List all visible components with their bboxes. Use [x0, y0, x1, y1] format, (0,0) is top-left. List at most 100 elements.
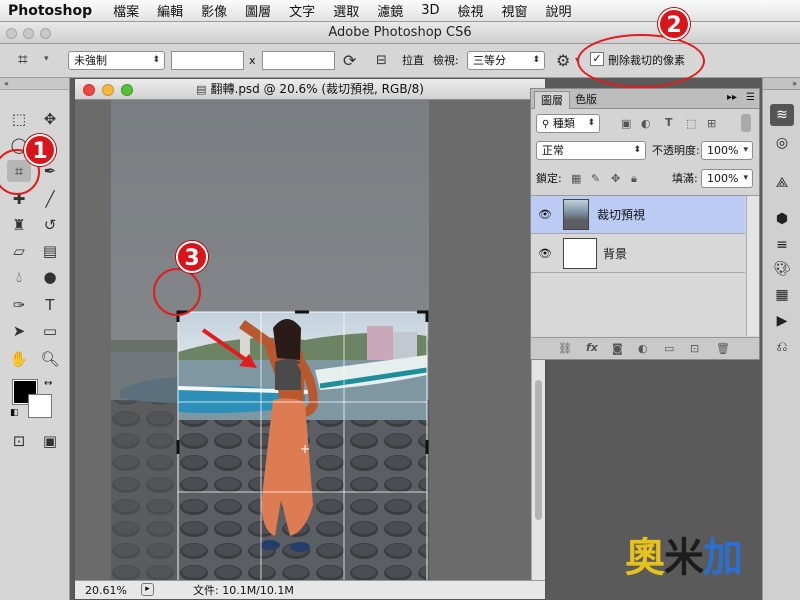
photo-canvas[interactable]	[75, 100, 531, 581]
paths-panel-icon[interactable]: ⟁	[770, 172, 794, 194]
opacity-input[interactable]: 100% ▾	[701, 141, 753, 160]
shape-tool-icon[interactable]: ▭	[38, 320, 62, 342]
swatches-panel-icon[interactable]: ▦	[770, 284, 794, 306]
menu-image[interactable]: 影像	[192, 1, 236, 20]
history-panel-icon[interactable]: ⎌	[770, 336, 794, 358]
eraser-tool-icon[interactable]: ▱	[7, 240, 31, 262]
filter-toggle-icon[interactable]	[741, 114, 751, 132]
minimize-button[interactable]	[102, 84, 114, 96]
blur-tool-icon[interactable]: 💧︎	[7, 266, 31, 288]
hand-tool-icon[interactable]: ✋	[7, 348, 31, 370]
filter-type-icon[interactable]: T	[665, 116, 673, 129]
layer-name[interactable]: 裁切預視	[597, 206, 645, 223]
screen-mode-icon[interactable]: ▣	[38, 430, 62, 452]
gear-icon[interactable]: ⚙	[556, 51, 570, 70]
swap-icon[interactable]: ⟳	[343, 51, 356, 70]
adjustment-layer-icon[interactable]: ◐	[638, 342, 648, 355]
menu-edit[interactable]: 編輯	[148, 1, 192, 20]
filter-pixel-icon[interactable]: ▣	[621, 117, 631, 130]
background-color-swatch[interactable]	[28, 394, 52, 418]
layer-row-crop-preview[interactable]: 👁︎ 裁切預視	[531, 196, 745, 234]
layers-scrollbar[interactable]	[746, 196, 759, 336]
strip-header[interactable]: »	[763, 78, 800, 90]
add-mask-icon[interactable]: ◙	[612, 342, 623, 355]
fill-input[interactable]: 100% ▾	[701, 169, 753, 188]
properties-panel-icon[interactable]: ≡	[770, 234, 794, 256]
visibility-eye-icon[interactable]: 👁︎	[538, 247, 552, 261]
brush-tool-icon[interactable]: ╱	[38, 188, 62, 210]
zoom-dot[interactable]	[40, 28, 51, 39]
lock-position-icon[interactable]: ✥	[611, 172, 620, 185]
menu-help[interactable]: 說明	[537, 1, 581, 20]
filter-adjustment-icon[interactable]: ◐	[641, 117, 651, 130]
menu-filter[interactable]: 濾鏡	[368, 1, 412, 20]
document-title-bar[interactable]: ▤ 翻轉.psd @ 20.6% (裁切預視, RGB/8)	[75, 79, 545, 100]
height-input[interactable]	[262, 51, 335, 70]
menu-select[interactable]: 選取	[324, 1, 368, 20]
crop-tool-preset-icon[interactable]: ⌗	[18, 50, 28, 70]
layers-panel-icon[interactable]: ≋	[770, 104, 794, 126]
color-panel-icon[interactable]: 🎨︎	[770, 258, 794, 280]
straighten-label[interactable]: 拉直	[402, 51, 424, 70]
history-brush-icon[interactable]: ↺	[38, 214, 62, 236]
layer-row-background[interactable]: 👁︎ 背景	[531, 235, 745, 273]
document-title: 翻轉.psd @ 20.6% (裁切預視, RGB/8)	[210, 82, 424, 96]
zoom-tool-icon[interactable]: 🔍︎	[38, 348, 62, 370]
menu-file[interactable]: 檔案	[104, 1, 148, 20]
lock-transparent-icon[interactable]: ▦	[571, 172, 581, 185]
lock-image-icon[interactable]: ✎	[591, 172, 600, 185]
scrollbar-thumb[interactable]	[535, 380, 542, 520]
zoom-button[interactable]	[121, 84, 133, 96]
new-layer-icon[interactable]: ⊡	[690, 342, 699, 355]
type-tool-icon[interactable]: T	[38, 294, 62, 316]
swap-colors-icon[interactable]: ↔	[44, 378, 52, 389]
visibility-eye-icon[interactable]: 👁︎	[538, 208, 552, 222]
link-layers-icon[interactable]: ⛓	[558, 342, 572, 355]
lock-all-icon[interactable]: 🔒︎	[631, 172, 637, 186]
filter-smart-icon[interactable]: ⊞	[707, 117, 716, 130]
preset-dropdown-icon[interactable]: ▾	[44, 54, 49, 64]
tab-channels[interactable]: 色版	[569, 91, 603, 109]
close-dot[interactable]	[6, 28, 17, 39]
width-input[interactable]	[171, 51, 244, 70]
gradient-tool-icon[interactable]: ▤	[38, 240, 62, 262]
menu-3d[interactable]: 3D	[412, 3, 448, 18]
3d-panel-icon[interactable]: ⬢	[770, 208, 794, 230]
canvas-area[interactable]	[75, 100, 531, 581]
close-button[interactable]	[83, 84, 95, 96]
app-menu[interactable]: Photoshop	[0, 3, 104, 19]
filter-shape-icon[interactable]: ⬚	[686, 117, 696, 130]
status-menu-icon[interactable]: ▸	[141, 583, 154, 596]
fx-icon[interactable]: fx	[586, 341, 598, 354]
zoom-level[interactable]: 20.61%	[85, 583, 127, 598]
default-colors-icon[interactable]: ◧	[10, 408, 19, 418]
annotation-badge-1: 1	[24, 134, 56, 166]
straighten-icon[interactable]: ⊟	[376, 53, 387, 68]
new-group-icon[interactable]: ▭	[664, 342, 674, 355]
marquee-tool-icon[interactable]: ⬚	[7, 108, 31, 130]
channels-panel-icon[interactable]: ◎	[770, 132, 794, 154]
ratio-select[interactable]: 未強制 ⬍	[68, 51, 165, 70]
minimize-dot[interactable]	[23, 28, 34, 39]
actions-panel-icon[interactable]: ▶	[770, 310, 794, 332]
delete-layer-icon[interactable]: 🗑︎	[716, 342, 730, 355]
pen-tool-icon[interactable]: ✑	[7, 294, 31, 316]
window-controls	[6, 28, 51, 39]
menu-layer[interactable]: 圖層	[236, 1, 280, 20]
tab-layers[interactable]: 圖層	[534, 91, 570, 109]
layer-kind-filter[interactable]: ⚲ 種類 ⬍	[536, 114, 600, 133]
layer-name[interactable]: 背景	[603, 245, 627, 262]
tools-panel-header[interactable]: «	[0, 78, 69, 90]
clone-stamp-icon[interactable]: ♜	[7, 214, 31, 236]
menu-type[interactable]: 文字	[280, 1, 324, 20]
dodge-tool-icon[interactable]: ●	[38, 266, 62, 288]
path-select-icon[interactable]: ➤	[7, 320, 31, 342]
menu-window[interactable]: 視窗	[493, 1, 537, 20]
blend-mode-select[interactable]: 正常 ⬍	[536, 141, 646, 160]
menu-view[interactable]: 檢視	[449, 1, 493, 20]
panel-menu-icon[interactable]: ☰	[746, 92, 755, 103]
view-overlay-select[interactable]: 三等分 ⬍	[467, 51, 545, 70]
quick-mask-icon[interactable]: ⊡	[7, 430, 31, 452]
collapse-icon[interactable]: ▸▸	[727, 92, 737, 103]
move-tool-icon[interactable]: ✥	[38, 108, 62, 130]
